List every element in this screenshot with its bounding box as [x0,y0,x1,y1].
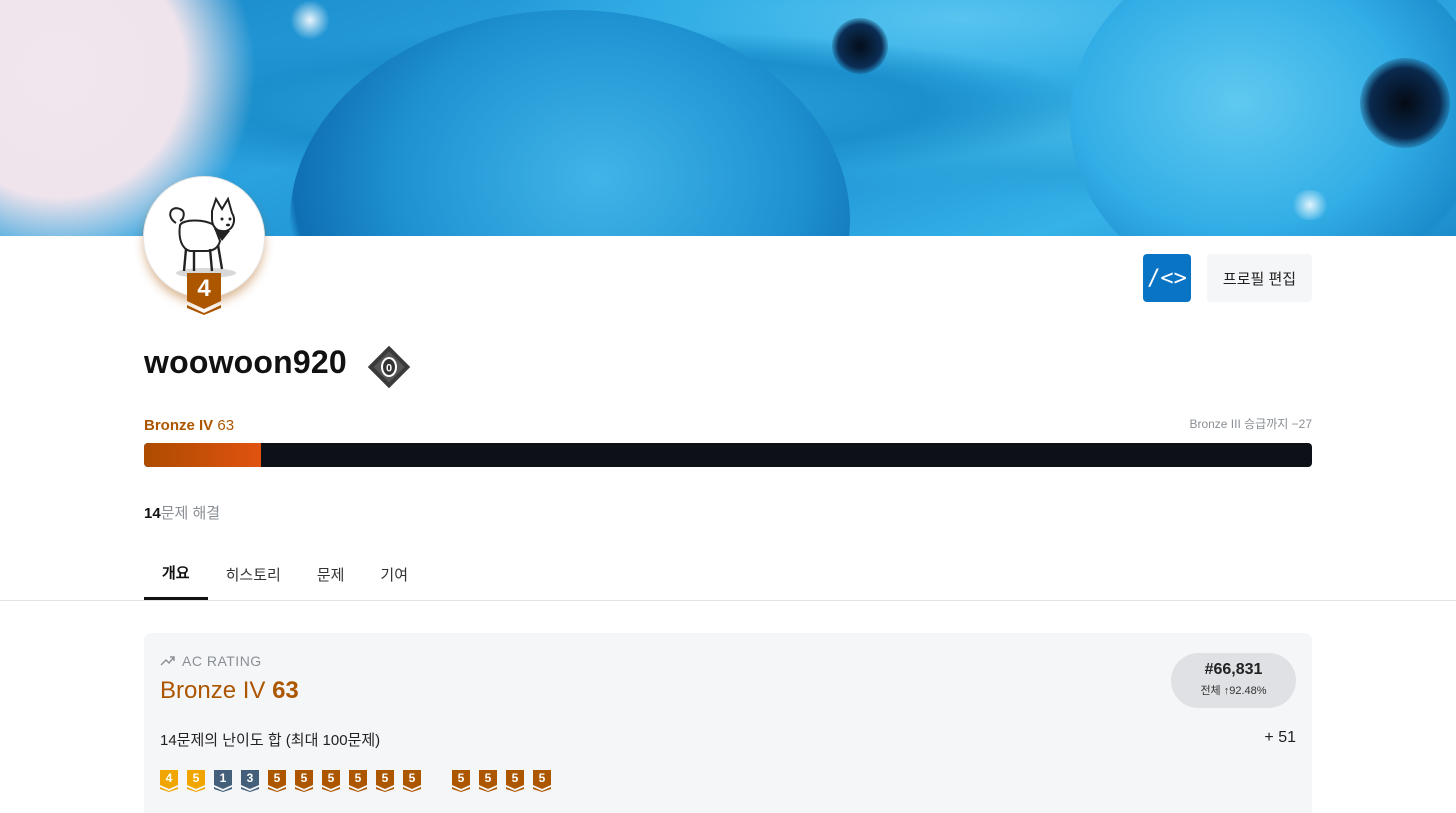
tier-name: Bronze IV [144,417,214,434]
trending-up-icon [160,656,175,666]
rank-percentile: 전체 ↑92.48% [1200,685,1267,697]
tier-rating: Bronze IV 63 [144,417,234,434]
tier-level-badge: 4 [187,273,221,315]
problem-tier-number: 5 [538,771,546,785]
problem-tier-number: 5 [511,771,519,785]
rating-value: 63 [217,417,235,434]
ac-tier-name: Bronze IV [160,677,266,704]
problem-tier-icon[interactable]: 5 [376,770,394,792]
banner-balloon-shape [290,10,850,236]
solved-suffix: 문제 해결 [160,505,221,522]
problem-tier-number: 3 [246,771,254,785]
profile-avatar-container: 4 [144,177,264,317]
problem-tier-number: 5 [484,771,492,785]
difficulty-sum-label: 14문제의 난이도 합 (최대 100문제) [160,732,381,749]
problem-tier-icon[interactable]: 5 [533,770,551,792]
ac-rating-card: AC RATING Bronze IV 63 #66,831 전체 ↑92.48… [144,633,1312,813]
problem-tier-icon[interactable]: 5 [349,770,367,792]
solved-number: 14 [144,505,161,522]
banner-highlight [290,0,330,40]
tab-contribution[interactable]: 기여 [362,548,426,600]
problem-tier-number: 5 [273,771,281,785]
rating-progress-bar [144,443,1312,467]
edit-profile-button[interactable]: 프로필 편집 [1207,254,1312,302]
problem-tier-icon[interactable]: 5 [506,770,524,792]
tab-overview[interactable]: 개요 [144,548,208,600]
class-number: 0 [386,363,392,375]
problem-tier-icon[interactable]: 1 [214,770,232,792]
tab-history[interactable]: 히스토리 [208,548,299,600]
banner-highlight [1290,190,1330,220]
banner-balloon-knot [832,18,888,74]
problem-tier-icon[interactable]: 5 [268,770,286,792]
ac-rating-title: AC RATING [182,653,262,669]
problem-tier-icon[interactable]: 5 [403,770,421,792]
tier-level-number: 4 [197,275,211,302]
problem-tier-icon[interactable]: 3 [241,770,259,792]
tab-problems[interactable]: 문제 [299,548,363,600]
problem-tier-number: 4 [165,771,173,785]
solved-count: 14문제 해결 [144,502,220,523]
problem-tier-icon[interactable]: 5 [479,770,497,792]
problem-tier-number: 5 [192,771,200,785]
tabs-divider [0,600,1456,601]
problem-tier-icon[interactable]: 4 [160,770,178,792]
solvedac-link-button[interactable]: /<> [1143,254,1191,302]
banner-balloon-knot [1360,58,1450,148]
class-badge[interactable]: 0 [364,342,414,392]
difficulty-sum-value: + 51 [1264,729,1296,746]
rank-number: #66,831 [1204,661,1263,678]
rank-badge[interactable]: #66,831 전체 ↑92.48% [1171,653,1296,708]
problem-tier-icon[interactable]: 5 [452,770,470,792]
problem-tier-icon[interactable]: 5 [295,770,313,792]
problem-tier-number: 5 [381,771,389,785]
problem-tier-number: 5 [408,771,416,785]
problem-tier-number: 5 [327,771,335,785]
ac-rating-tier: Bronze IV 63 [160,677,299,705]
problem-tier-icon[interactable]: 5 [322,770,340,792]
username: woowoon920 [144,344,347,380]
problem-tier-number: 1 [219,771,227,785]
ac-rating-value: 63 [272,677,299,704]
problem-tier-number: 5 [300,771,308,785]
next-tier-remaining: Bronze III 승급까지 −27 [1189,417,1312,431]
problem-tier-number: 5 [354,771,362,785]
profile-tabs: 개요 히스토리 문제 기여 [144,548,426,600]
rating-progress-fill [144,443,261,467]
ac-rating-label: AC RATING [160,653,262,669]
problem-tier-icon[interactable]: 5 [187,770,205,792]
problem-tier-number: 5 [457,771,465,785]
shiba-dog-icon [169,196,236,278]
